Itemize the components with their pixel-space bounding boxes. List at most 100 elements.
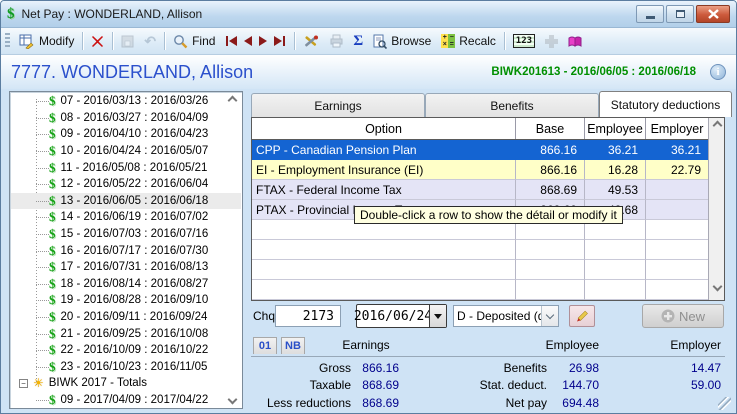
tree-item-label: 23 - 2016/10/23 : 2016/11/05	[60, 360, 208, 373]
tree-connector	[36, 151, 49, 153]
tab-bar: Earnings Benefits Statutory deductions	[251, 91, 732, 117]
dollar-icon: $	[49, 358, 56, 374]
summary-value1: 868.69	[362, 395, 399, 410]
tree-item-pay-period[interactable]: $15 - 2016/07/03 : 2016/07/16	[11, 226, 241, 243]
summary-column-employee: Employee	[545, 338, 599, 352]
tree-node-totals[interactable]: − ☀ BIWK 2017 - Totals	[11, 375, 241, 392]
tree-connector	[36, 200, 49, 202]
scroll-up-button[interactable]	[709, 119, 725, 135]
cell-employer	[646, 280, 708, 300]
tree-item-pay-period[interactable]: $07 - 2016/03/13 : 2016/03/26	[11, 93, 241, 110]
tree-item-pay-period[interactable]: $18 - 2016/08/14 : 2016/08/27	[11, 276, 241, 293]
undo-button[interactable]: ↶	[139, 31, 161, 52]
calculator-button[interactable]: 123	[508, 32, 540, 50]
deduction-row[interactable]: CPP - Canadian Pension Plan 866.16 36.21 36…	[252, 140, 708, 160]
province-badge[interactable]: NB	[281, 337, 305, 354]
tree-item-pay-period[interactable]: $21 - 2016/09/25 : 2016/10/08	[11, 325, 241, 342]
cell-employee: 16.28	[585, 160, 646, 180]
scroll-down-button[interactable]	[709, 281, 725, 299]
deduction-row[interactable]: EI - Employment Insurance (EI) 866.16 16.2…	[252, 160, 708, 180]
first-record-button[interactable]	[226, 36, 238, 46]
cell-employee: 49.53	[585, 180, 646, 200]
tree-item-pay-period[interactable]: $12 - 2016/05/22 : 2016/06/04	[11, 176, 241, 193]
deduction-row[interactable]: FTAX - Federal Income Tax 868.69 49.53	[252, 180, 708, 200]
cheque-number-input[interactable]	[275, 305, 341, 327]
caret-down-icon	[434, 313, 442, 319]
add-button[interactable]	[540, 33, 563, 50]
new-button-label: New	[678, 308, 705, 324]
tree-connector	[36, 101, 49, 103]
dollar-icon: $	[49, 109, 56, 125]
cell-base: 866.16	[516, 160, 585, 180]
tree-scroll-up[interactable]	[227, 94, 239, 106]
deposit-dropdown-button[interactable]	[541, 306, 558, 326]
last-record-button[interactable]	[274, 36, 286, 46]
tree-item-pay-period[interactable]: $20 - 2016/09/11 : 2016/09/24	[11, 309, 241, 326]
collapse-box-icon[interactable]: −	[19, 378, 28, 388]
tree-item-label: BIWK 2017 - Totals	[48, 377, 147, 390]
pay-number-badge[interactable]: 01	[253, 337, 277, 354]
cell-base: 868.69	[516, 180, 585, 200]
dollar-icon: $	[49, 342, 56, 358]
cell-employer	[646, 180, 708, 200]
maximize-button[interactable]	[666, 5, 694, 23]
net-pay-window: $ Net Pay : WONDERLAND, Allison Modify ↶…	[0, 0, 737, 414]
next-record-button[interactable]	[259, 36, 268, 46]
minimize-icon	[645, 16, 655, 19]
toolbar-grip[interactable]	[5, 33, 10, 49]
dollar-icon: $	[49, 126, 56, 142]
edit-cheque-button[interactable]	[569, 305, 595, 327]
minimize-button[interactable]	[636, 5, 664, 23]
dollar-icon: $	[49, 226, 56, 242]
tree-item-pay-period[interactable]: $22 - 2016/10/09 : 2016/10/22	[11, 342, 241, 359]
close-button[interactable]	[696, 5, 730, 23]
resize-grip[interactable]	[718, 397, 731, 410]
deposit-type-select[interactable]: D - Deposited (dire	[453, 305, 559, 327]
tree-item-pay-period[interactable]: $23 - 2016/10/23 : 2016/11/05	[11, 359, 241, 376]
tree-item-pay-period[interactable]: $14 - 2016/06/19 : 2016/07/02	[11, 209, 241, 226]
table-header: Option Base Employee Employer	[252, 118, 708, 140]
cheque-date-picker[interactable]: 2016/06/24	[354, 304, 447, 328]
tree-item-pay-period[interactable]: $09 - 2017/04/09 : 2017/04/22	[11, 392, 241, 408]
sum-button[interactable]: Σ	[349, 33, 367, 50]
print-button[interactable]	[324, 32, 349, 50]
recalc-button[interactable]: + − × = Recalc	[436, 32, 501, 50]
tree-item-pay-period[interactable]: $09 - 2016/04/10 : 2016/04/23	[11, 126, 241, 143]
tree-item-pay-period[interactable]: $10 - 2016/04/24 : 2016/05/07	[11, 143, 241, 160]
tree-item-label: 07 - 2016/03/13 : 2016/03/26	[60, 95, 209, 108]
tree-connector	[36, 167, 49, 169]
delete-button[interactable]	[86, 33, 109, 50]
cheque-row: Chq 2016/06/24 D - Deposited (dire	[251, 303, 732, 329]
tree-scroll-down[interactable]	[227, 394, 239, 405]
summary-value2: 694.48	[562, 395, 599, 410]
new-cheque-button[interactable]: New	[642, 304, 724, 328]
table-scrollbar[interactable]	[708, 118, 724, 300]
previous-record-button[interactable]	[244, 36, 253, 46]
tree-item-label: 09 - 2016/04/10 : 2016/04/23	[60, 128, 209, 141]
tree-item-pay-period[interactable]: $17 - 2016/07/31 : 2016/08/13	[11, 259, 241, 276]
save-button[interactable]	[116, 33, 139, 50]
tab-earnings[interactable]: Earnings	[251, 93, 425, 117]
tree-item-pay-period[interactable]: $19 - 2016/08/28 : 2016/09/10	[11, 292, 241, 309]
cell-employer: 22.79	[646, 160, 708, 180]
tab-statutory-deductions[interactable]: Statutory deductions	[599, 91, 732, 117]
tree-item-pay-period[interactable]: $08 - 2016/03/27 : 2016/04/09	[11, 110, 241, 127]
empty-table-row	[252, 240, 708, 260]
cell-option	[252, 260, 516, 280]
tree-item-pay-period[interactable]: $16 - 2016/07/17 : 2016/07/30	[11, 242, 241, 259]
summary-row: Gross 866.16 Benefits 26.98 14.47	[251, 359, 725, 377]
browse-button[interactable]: Browse	[367, 32, 436, 51]
tree-item-pay-period[interactable]: $13 - 2016/06/05 : 2016/06/18	[11, 192, 241, 210]
help-book-button[interactable]	[563, 33, 588, 50]
tab-benefits[interactable]: Benefits	[425, 93, 599, 117]
tools-button[interactable]	[298, 32, 324, 51]
separator	[112, 32, 114, 50]
tree-item-label: 22 - 2016/10/09 : 2016/10/22	[60, 344, 209, 357]
modify-button[interactable]: Modify	[14, 32, 79, 51]
tree-item-pay-period[interactable]: $11 - 2016/05/08 : 2016/05/21	[11, 159, 241, 176]
date-dropdown-button[interactable]	[429, 305, 446, 327]
cheque-date-value[interactable]: 2016/06/24	[354, 305, 432, 327]
cell-employee	[585, 240, 646, 260]
info-icon[interactable]: i	[710, 64, 726, 80]
find-button[interactable]: Find	[168, 32, 220, 51]
